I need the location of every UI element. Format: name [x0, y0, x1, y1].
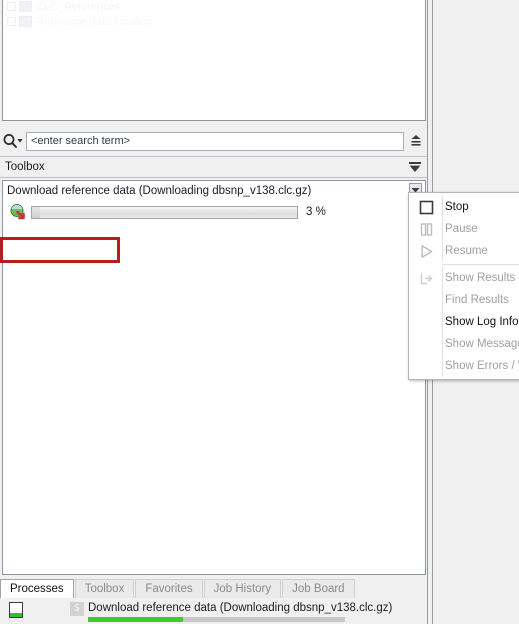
menu-icon-placeholder [411, 289, 441, 311]
tab-favorites[interactable]: Favorites [135, 579, 203, 598]
menu-gutter-divider [442, 289, 443, 311]
process-progress-label: 3 % [306, 206, 326, 218]
context-menu-item-label: Pause [445, 223, 478, 235]
search-input[interactable] [26, 131, 404, 151]
collapse-all-button[interactable] [404, 130, 428, 152]
context-menu-item-show-messages[interactable]: Show Messages [409, 333, 519, 355]
context-menu-item-pause[interactable]: Pause [409, 218, 519, 240]
toolbox-header[interactable]: Toolbox [0, 156, 428, 178]
navigation-tree-panel[interactable]: CLC_References Reference data location [2, 0, 426, 121]
context-menu-item-show-errors-warnings[interactable]: Show Errors / Warnings [409, 355, 519, 377]
process-progress-row: 3 % [7, 203, 425, 221]
tree-row[interactable]: CLC_References [3, 0, 425, 14]
menu-gutter-divider [442, 311, 443, 333]
left-column: CLC_References Reference data location <… [0, 0, 428, 624]
menu-gutter-divider [442, 267, 443, 289]
bottom-tab-strip: Processes Toolbox Favorites Job History … [0, 578, 428, 598]
play-triangle-icon [411, 240, 441, 262]
tab-job-history[interactable]: Job History [203, 579, 282, 598]
process-running-icon [9, 602, 23, 618]
show-results-arrow-icon [411, 267, 441, 289]
tree-row-label: CLC_References [36, 0, 121, 13]
status-bar: $ Download reference data (Downloading d… [0, 599, 428, 624]
folder-icon [19, 16, 32, 27]
menu-icon-placeholder [411, 311, 441, 333]
context-menu-item-show-results[interactable]: Show Results [409, 267, 519, 289]
search-bar [0, 129, 428, 153]
menu-icon-placeholder [411, 355, 441, 377]
tree-expand-icon[interactable] [7, 17, 16, 26]
context-menu-item-label: Show Log Information [445, 316, 519, 328]
menu-icon-placeholder [411, 333, 441, 355]
context-menu-item-label: Stop [445, 201, 469, 213]
chevron-down-icon [17, 139, 23, 143]
tab-label: Job History [213, 583, 272, 595]
tree-row[interactable]: Reference data location [3, 14, 425, 29]
process-progress-fill [32, 206, 40, 218]
tree-row-label: Reference data location [36, 15, 153, 28]
tab-job-board[interactable]: Job Board [282, 579, 355, 598]
context-menu-item-label: Show Errors / Warnings [445, 360, 519, 372]
status-progress-fill [88, 617, 184, 622]
tree-expand-icon[interactable] [7, 2, 16, 11]
process-context-menu[interactable]: Stop Pause Resume Show Results Find Resu… [408, 192, 519, 380]
process-badge: $ [70, 602, 84, 616]
stop-square-icon [411, 196, 441, 218]
context-menu-item-label: Show Messages [445, 338, 519, 350]
search-icon [3, 134, 23, 148]
process-progress-bar [31, 205, 298, 219]
clc-workbench-window: CLC_References Reference data location <… [0, 0, 519, 624]
process-item[interactable]: Download reference data (Downloading dbs… [3, 181, 425, 221]
menu-gutter-divider [442, 196, 443, 218]
menu-gutter-divider [442, 240, 443, 262]
toolbox-menu-button[interactable] [402, 157, 428, 177]
context-menu-item-label: Show Results [445, 272, 516, 284]
menu-gutter-divider [442, 355, 443, 377]
process-title: Download reference data (Downloading dbs… [7, 185, 312, 197]
status-progress-bar [88, 617, 345, 622]
context-menu-item-show-log-information[interactable]: Show Log Information [409, 311, 519, 333]
download-globe-icon [10, 204, 25, 220]
collapse-all-icon [411, 135, 421, 146]
tab-label: Toolbox [84, 583, 125, 595]
menu-gutter-divider [442, 218, 443, 240]
menu-gutter-divider [442, 333, 443, 355]
tab-label: Job Board [292, 583, 345, 595]
tab-processes[interactable]: Processes [0, 579, 74, 598]
context-menu-item-stop[interactable]: Stop [409, 196, 519, 218]
context-menu-divider [442, 264, 519, 265]
folder-icon [19, 1, 32, 12]
tab-label: Processes [10, 583, 64, 595]
tab-toolbox[interactable]: Toolbox [74, 579, 135, 598]
context-menu-item-resume[interactable]: Resume [409, 240, 519, 262]
processes-panel[interactable]: Download reference data (Downloading dbs… [2, 180, 426, 575]
context-menu-item-find-results[interactable]: Find Results [409, 289, 519, 311]
triangle-down-icon [409, 162, 421, 172]
context-menu-item-label: Resume [445, 245, 488, 257]
context-menu-item-label: Find Results [445, 294, 509, 306]
search-icon-button[interactable] [0, 130, 26, 152]
toolbox-title: Toolbox [5, 161, 45, 173]
status-process-label: Download reference data (Downloading dbs… [88, 602, 393, 614]
tab-label: Favorites [145, 583, 193, 595]
pause-bars-icon [411, 218, 441, 240]
